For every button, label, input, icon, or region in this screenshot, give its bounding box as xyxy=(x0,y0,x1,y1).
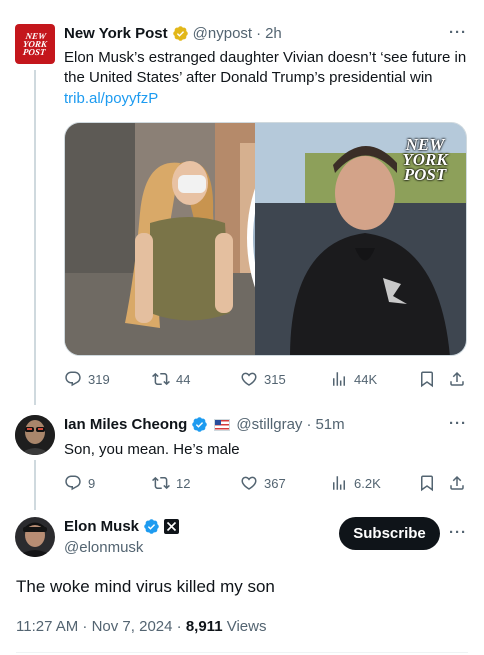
share-button[interactable] xyxy=(448,370,466,388)
repost-icon xyxy=(152,476,170,490)
tweet-meta: 11:27 AM · Nov 7, 2024 · 8,911 Views xyxy=(16,618,266,635)
author-handle[interactable]: @nypost xyxy=(193,25,252,42)
author-handle[interactable]: @elonmusk xyxy=(64,539,143,556)
divider xyxy=(16,652,468,653)
views-button[interactable]: 44K xyxy=(330,370,377,388)
reply-button[interactable]: 319 xyxy=(64,370,110,388)
tweet-header: New York Post @nypost · 2h xyxy=(64,25,282,42)
verified-gold-icon xyxy=(172,26,188,41)
bookmark-icon xyxy=(421,371,433,388)
separator: · xyxy=(256,25,262,42)
subscribe-button[interactable]: Subscribe xyxy=(339,517,440,550)
nypost-watermark: NEW YORK POST xyxy=(402,135,448,184)
author-name[interactable]: Elon Musk xyxy=(64,518,139,535)
repost-button[interactable]: 12 xyxy=(152,474,190,492)
verified-blue-icon xyxy=(192,417,208,432)
repost-button[interactable]: 44 xyxy=(152,370,190,388)
views-count: 6.2K xyxy=(354,475,381,491)
tweet-text: Son, you mean. He’s male xyxy=(64,441,240,458)
views-label: Views xyxy=(226,618,267,635)
x-affiliate-icon xyxy=(164,519,180,534)
views-count: 44K xyxy=(354,371,378,387)
avatar[interactable] xyxy=(15,517,55,557)
repost-count: 12 xyxy=(176,475,191,491)
author-name-row: Elon Musk xyxy=(64,518,180,535)
repost-icon xyxy=(152,372,170,386)
avatar[interactable]: NEW YORK POST xyxy=(15,24,55,64)
like-button[interactable]: 367 xyxy=(240,474,286,492)
share-icon xyxy=(450,371,464,386)
timestamp[interactable]: 51m xyxy=(315,416,344,433)
reply-icon xyxy=(65,475,81,491)
avatar[interactable] xyxy=(15,415,55,455)
verified-blue-icon xyxy=(144,519,159,534)
tweet-actions: 319 44 315 44K xyxy=(64,370,467,390)
share-button[interactable] xyxy=(448,474,466,492)
tweet-text: The woke mind virus killed my son xyxy=(16,577,275,596)
like-icon xyxy=(241,476,257,490)
more-icon[interactable]: ··· xyxy=(449,415,467,432)
author-handle[interactable]: @stillgray xyxy=(236,416,302,433)
thread-line-1 xyxy=(34,70,36,405)
bookmark-icon xyxy=(421,475,433,492)
views-icon xyxy=(333,372,345,386)
bookmark-button[interactable] xyxy=(418,370,436,388)
author-name[interactable]: Ian Miles Cheong xyxy=(64,416,187,433)
tweet-header: Ian Miles Cheong @stillgray · 51m xyxy=(64,416,345,433)
more-icon[interactable]: ··· xyxy=(449,524,467,541)
separator: · xyxy=(306,416,312,433)
tweet-media[interactable]: NEW YORK POST xyxy=(64,122,467,356)
tweet-link[interactable]: trib.al/poyyfzP xyxy=(64,90,158,107)
timestamp[interactable]: 2h xyxy=(265,25,282,42)
nypost-logo: NEW YORK POST xyxy=(22,31,48,57)
timestamp[interactable]: 11:27 AM · Nov 7, 2024 · xyxy=(16,618,182,635)
views-icon xyxy=(333,476,345,490)
like-button[interactable]: 315 xyxy=(240,370,286,388)
repost-count: 44 xyxy=(176,371,191,387)
like-count: 367 xyxy=(264,475,286,491)
avatar-image xyxy=(15,415,55,455)
share-icon xyxy=(450,475,464,490)
author-name[interactable]: New York Post xyxy=(64,25,168,42)
bookmark-button[interactable] xyxy=(418,474,436,492)
reply-count: 319 xyxy=(88,371,110,387)
like-icon xyxy=(241,372,257,386)
avatar-image xyxy=(15,517,55,557)
tweet-actions: 9 12 367 6.2K xyxy=(64,474,467,494)
tweet-text: Elon Musk’s estranged daughter Vivian do… xyxy=(64,49,467,86)
flag-icon xyxy=(214,418,231,431)
views-count: 8,911 xyxy=(185,618,223,635)
reply-count: 9 xyxy=(88,475,96,491)
more-icon[interactable]: ··· xyxy=(449,24,467,41)
thread-line-2 xyxy=(34,460,36,510)
views-button[interactable]: 6.2K xyxy=(330,474,381,492)
like-count: 315 xyxy=(264,371,286,387)
reply-icon xyxy=(65,371,81,387)
reply-button[interactable]: 9 xyxy=(64,474,95,492)
